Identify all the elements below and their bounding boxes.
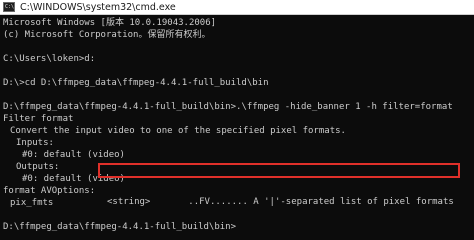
console-line-copyright: (c) Microsoft Corporation。保留所有权利。 — [3, 30, 211, 40]
console-line-pix-fmts-desc: <string> ..FV....... A '|'-separated lis… — [107, 197, 454, 207]
console-line-filter-description: Convert the input video to one of the sp… — [10, 126, 346, 136]
console-line-outputs: Outputs: — [16, 162, 60, 172]
console-line-version: Microsoft Windows [版本 10.0.19043.2006] — [3, 18, 217, 28]
console-line-pix-fmts: pix_fmts — [10, 198, 54, 208]
console-line-ffmpeg-command: D:\ffmpeg_data\ffmpeg-4.4.1-full_build\b… — [3, 102, 453, 112]
console-line-filter-name: Filter format — [3, 114, 74, 124]
console-line-final-prompt: D:\ffmpeg_data\ffmpeg-4.4.1-full_build\b… — [3, 222, 236, 232]
console-line-prompt-d: C:\Users\loken>d: — [3, 54, 96, 64]
console-line-input-0: #0: default (video) — [22, 150, 125, 160]
console-line-inputs: Inputs: — [16, 138, 54, 148]
console-line-avoptions: format AVOptions: — [3, 186, 96, 196]
cmd-icon: C:\ — [3, 2, 15, 12]
window-title: C:\WINDOWS\system32\cmd.exe — [20, 2, 176, 13]
console-line-cd-command: D:\>cd D:\ffmpeg_data\ffmpeg-4.4.1-full_… — [3, 78, 269, 88]
highlight-box — [98, 163, 460, 178]
window-titlebar[interactable]: C:\ C:\WINDOWS\system32\cmd.exe — [0, 0, 474, 15]
console-output[interactable]: Microsoft Windows [版本 10.0.19043.2006] (… — [0, 15, 474, 235]
